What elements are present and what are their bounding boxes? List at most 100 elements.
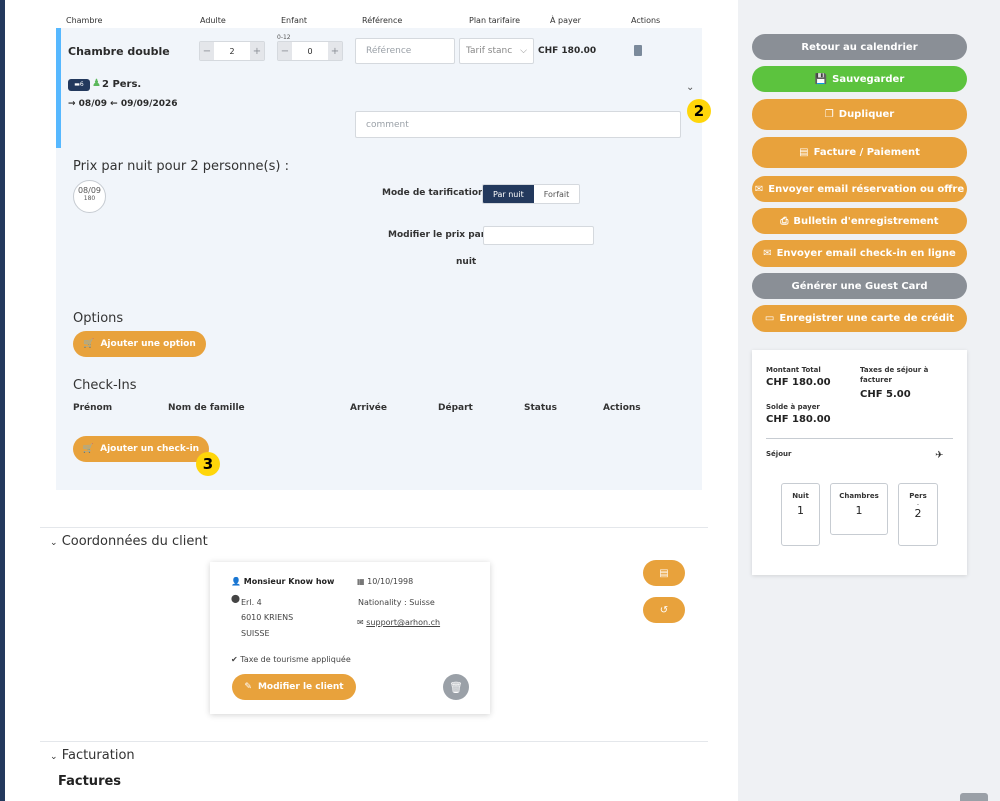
persons-box: Pers . 2 bbox=[898, 483, 938, 546]
col-header-plan: Plan tarifaire bbox=[469, 16, 521, 25]
checkin-col-depart: Départ bbox=[438, 403, 473, 413]
adults-decrement-button[interactable]: − bbox=[200, 42, 214, 60]
edit-client-button[interactable]: ✎ Modifier le client bbox=[232, 674, 356, 700]
back-to-calendar-button[interactable]: Retour au calendrier bbox=[752, 34, 967, 60]
history-icon: ↺ bbox=[659, 604, 669, 616]
adults-stepper[interactable]: − 2 + bbox=[199, 41, 265, 61]
cart-icon: 🛒 bbox=[83, 339, 95, 349]
children-age-label: 0-12 bbox=[277, 34, 291, 41]
modify-price-label-2: nuit bbox=[456, 257, 477, 267]
birthdate-row: ▦ 10/10/1998 bbox=[357, 577, 413, 586]
document-icon: ▤ bbox=[659, 567, 669, 579]
room-price: CHF 180.00 bbox=[538, 46, 597, 56]
tax-label-2: facturer bbox=[860, 376, 892, 384]
col-header-chambre: Chambre bbox=[66, 16, 103, 25]
persons-count: 2 Pers. bbox=[102, 79, 142, 90]
persons-value: 2 bbox=[914, 507, 922, 520]
client-nationality: Nationality : Suisse bbox=[358, 598, 435, 607]
invoice-payment-button[interactable]: ▤ Facture / Paiement bbox=[752, 137, 967, 168]
night-price-circle[interactable]: 08/09 180 bbox=[73, 180, 106, 213]
children-stepper[interactable]: − 0 + bbox=[277, 41, 343, 61]
tax-label-1: Taxes de séjour à bbox=[860, 366, 929, 374]
client-address-3: SUISSE bbox=[241, 629, 270, 638]
rooms-box: Chambres 1 bbox=[830, 483, 888, 535]
send-booking-email-button[interactable]: ✉ Envoyer email réservation ou offre bbox=[752, 176, 967, 202]
map-marker-icon: ⬤ bbox=[231, 594, 240, 603]
stay-label: Séjour bbox=[766, 450, 792, 458]
mode-flat-option[interactable]: Forfait bbox=[533, 185, 580, 203]
duplicate-button[interactable]: ❐ Dupliquer bbox=[752, 99, 967, 130]
mail-icon: ✉ bbox=[754, 183, 764, 195]
generate-guest-card-button[interactable]: Générer une Guest Card bbox=[752, 273, 967, 299]
add-checkin-label: Ajouter un check-in bbox=[100, 444, 200, 454]
register-credit-card-button[interactable]: ▭ Enregistrer une carte de crédit bbox=[752, 305, 967, 332]
reference-input[interactable]: Référence bbox=[355, 38, 455, 64]
trash-icon: 🗑 bbox=[449, 680, 463, 694]
save-button[interactable]: 💾 Sauvegarder bbox=[752, 66, 967, 92]
night-price: 180 bbox=[83, 195, 96, 202]
col-header-a-payer: À payer bbox=[550, 16, 581, 25]
plane-landing-icon: ✈ bbox=[935, 450, 944, 461]
checkin-col-arrivee: Arrivée bbox=[350, 403, 388, 413]
rooms-value: 1 bbox=[855, 504, 863, 517]
pricing-mode-toggle[interactable]: Par nuit Forfait bbox=[482, 184, 581, 204]
save-icon: 💾 bbox=[814, 73, 828, 85]
registration-form-button[interactable]: ⎙ Bulletin d'enregistrement bbox=[752, 208, 967, 234]
cart-icon: 🛒 bbox=[82, 444, 95, 454]
rate-plan-select[interactable]: Tarif stanc ⌵ bbox=[459, 38, 534, 64]
chevron-down-icon: ⌄ bbox=[50, 752, 58, 762]
children-value[interactable]: 0 bbox=[292, 47, 328, 56]
children-increment-button[interactable]: + bbox=[328, 42, 342, 60]
rate-plan-value: Tarif stanc bbox=[466, 46, 513, 56]
tax-note: Taxe de tourisme appliquée bbox=[240, 655, 351, 664]
client-history-button[interactable]: ↺ bbox=[643, 597, 685, 623]
tax-value: CHF 5.00 bbox=[860, 389, 911, 400]
document-icon[interactable] bbox=[634, 45, 642, 56]
comment-input[interactable]: comment bbox=[355, 111, 681, 138]
persons-label-dot: . bbox=[916, 499, 920, 507]
billing-section-header[interactable]: ⌄ Facturation bbox=[50, 748, 135, 763]
col-header-adulte: Adulte bbox=[200, 16, 226, 25]
pricing-title: Prix par nuit pour 2 personne(s) : bbox=[73, 159, 289, 174]
add-option-button[interactable]: 🛒 Ajouter une option bbox=[73, 331, 206, 357]
modify-price-input[interactable] bbox=[483, 226, 594, 245]
divider bbox=[40, 527, 708, 528]
checkin-col-prenom: Prénom bbox=[73, 403, 113, 413]
client-document-button[interactable]: ▤ bbox=[643, 560, 685, 586]
client-section-title: Coordonnées du client bbox=[61, 534, 208, 549]
nights-value: 1 bbox=[797, 504, 804, 517]
nights-box: Nuit 1 bbox=[781, 483, 820, 546]
delete-client-button[interactable]: 🗑 bbox=[443, 674, 469, 700]
rooms-label: Chambres bbox=[839, 492, 879, 500]
children-decrement-button[interactable]: − bbox=[278, 42, 292, 60]
client-email[interactable]: support@arhon.ch bbox=[366, 618, 440, 627]
modify-price-label: Modifier le prix par bbox=[388, 230, 486, 240]
persons-icon: ♟ bbox=[92, 78, 101, 89]
night-date: 08/09 bbox=[77, 186, 102, 195]
add-option-label: Ajouter une option bbox=[100, 339, 196, 349]
billing-section-title: Facturation bbox=[61, 748, 135, 763]
client-section-header[interactable]: ⌄ Coordonnées du client bbox=[50, 534, 208, 549]
total-label: Montant Total bbox=[766, 366, 821, 374]
stay-dates: → 08/09 ← 09/09/2026 bbox=[68, 99, 178, 109]
expand-chevron-icon[interactable]: ⌄ bbox=[686, 82, 694, 93]
client-address-2: 6010 KRIENS bbox=[241, 613, 294, 622]
balance-label: Solde à payer bbox=[766, 403, 820, 411]
options-title: Options bbox=[73, 311, 124, 326]
checkins-title: Check-Ins bbox=[73, 378, 137, 393]
chevron-down-icon: ⌄ bbox=[50, 538, 58, 548]
adults-increment-button[interactable]: + bbox=[250, 42, 264, 60]
room-count-badge: ▬6 bbox=[68, 79, 90, 91]
add-checkin-button[interactable]: 🛒 Ajouter un check-in bbox=[73, 436, 209, 462]
tax-row: ✔ Taxe de tourisme appliquée bbox=[231, 655, 351, 664]
col-header-reference: Référence bbox=[362, 16, 403, 25]
divider bbox=[40, 741, 708, 742]
mode-per-night-option[interactable]: Par nuit bbox=[483, 185, 534, 203]
copy-icon: ❐ bbox=[824, 109, 834, 120]
send-checkin-email-button[interactable]: ✉ Envoyer email check-in en ligne bbox=[752, 240, 967, 267]
scroll-top-tab[interactable] bbox=[960, 793, 988, 801]
adults-value[interactable]: 2 bbox=[214, 47, 250, 56]
chevron-down-icon: ⌵ bbox=[520, 46, 527, 56]
callout-3: 3 bbox=[196, 452, 220, 476]
edit-icon: ✎ bbox=[244, 682, 252, 692]
